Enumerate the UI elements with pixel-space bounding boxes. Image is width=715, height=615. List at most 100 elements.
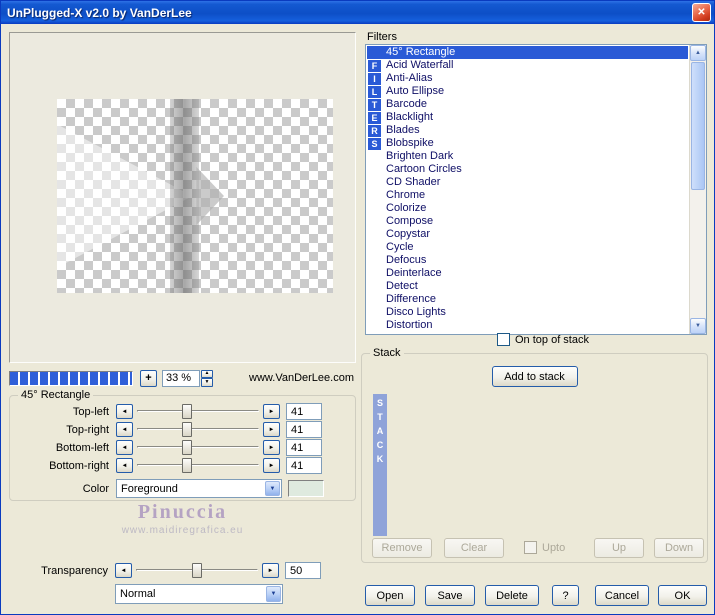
save-button[interactable]: Save [425,585,475,606]
filter-item[interactable]: Barcode [367,98,688,111]
filters-listbox: 45° Rectangle Acid Waterfall Anti-Alias … [365,44,707,335]
bottom-right-value-input[interactable] [286,457,322,474]
filter-item[interactable]: Cycle [367,241,688,254]
right-arrow-icon: ► [268,444,275,451]
scroll-down-button[interactable]: ▼ [690,318,706,334]
blend-mode-dropdown[interactable]: Normal ▼ [115,584,283,604]
scroll-up-button[interactable]: ▲ [690,45,706,61]
filter-item[interactable]: Blacklight [367,111,688,124]
right-arrow-icon: ► [268,408,275,415]
filter-item[interactable]: Disco Lights [367,306,688,319]
filter-item[interactable]: Acid Waterfall [367,59,688,72]
filters-scrollbar[interactable]: ▲ ▼ [689,45,706,334]
zoom-level-field[interactable]: 33 % [162,369,200,387]
filters-letter: R [368,125,381,137]
left-arrow-icon: ◄ [121,408,128,415]
decrement-button[interactable]: ◄ [116,458,133,473]
increment-button[interactable]: ► [263,404,280,419]
increment-button[interactable]: ► [263,440,280,455]
slider-thumb[interactable] [181,404,192,419]
zoom-spin-down-button[interactable]: ▼ [201,378,213,387]
transparency-value-input[interactable] [285,562,321,579]
top-left-value-input[interactable] [286,403,322,420]
filters-vertical-label: F I L T E R S [368,60,381,150]
filter-item[interactable]: CD Shader [367,176,688,189]
zoom-plus-button[interactable]: + [140,369,157,387]
clear-button[interactable]: Clear [444,538,504,558]
slider-label: Top-left [72,405,109,418]
decrement-button[interactable]: ◄ [116,404,133,419]
filters-letter: T [368,99,381,111]
scrollbar-thumb[interactable] [691,62,705,190]
filters-letter: I [368,73,381,85]
cancel-button[interactable]: Cancel [595,585,649,606]
slider-label: Bottom-left [55,441,109,454]
slider-thumb[interactable] [181,458,192,473]
ok-button[interactable]: OK [658,585,707,606]
settings-group-title: 45° Rectangle [18,389,94,401]
stack-letter: S [376,398,383,408]
filters-letter: E [368,112,381,124]
zoom-spin-up-button[interactable]: ▲ [201,369,213,378]
slider-groove [137,410,259,412]
slider-thumb[interactable] [192,563,202,578]
filter-item[interactable]: Cartoon Circles [367,163,688,176]
plus-icon: + [145,372,152,384]
filter-item[interactable]: Deinterlace [367,267,688,280]
on-top-of-stack-checkbox[interactable] [497,333,510,346]
slider-track[interactable] [135,458,261,473]
slider-thumb[interactable] [181,422,192,437]
decrement-button[interactable]: ◄ [116,440,133,455]
slider-track[interactable] [135,404,261,419]
down-button[interactable]: Down [654,538,704,558]
preview-image[interactable] [57,99,333,293]
filter-item[interactable]: Copystar [367,228,688,241]
filter-item[interactable]: Distortion [367,319,688,332]
filter-item[interactable]: Detect [367,280,688,293]
dropdown-arrow-icon[interactable]: ▼ [265,481,280,496]
filter-item[interactable]: Colorize [367,202,688,215]
slider-track[interactable] [135,422,261,437]
filter-item[interactable]: Blades [367,124,688,137]
filter-item[interactable]: Anti-Alias [367,72,688,85]
on-top-of-stack-row: On top of stack [497,333,589,346]
filter-item[interactable]: Brighten Dark [367,150,688,163]
increment-button[interactable]: ► [263,458,280,473]
transparency-slider-track[interactable] [134,563,260,578]
filter-item-selected[interactable]: 45° Rectangle [367,46,688,59]
filter-item[interactable]: Auto Ellipse [367,85,688,98]
increment-button[interactable]: ► [263,422,280,437]
stack-letter: K [376,454,384,464]
color-source-dropdown[interactable]: Foreground ▼ [116,479,282,498]
slider-track[interactable] [135,440,261,455]
top-right-value-input[interactable] [286,421,322,438]
filter-item[interactable]: Blobspike [367,137,688,150]
filter-item[interactable]: Chrome [367,189,688,202]
dropdown-arrow-icon[interactable]: ▼ [266,586,281,602]
add-to-stack-button[interactable]: Add to stack [491,366,578,387]
window-title: UnPlugged-X v2.0 by VanDerLee [7,5,192,20]
decrement-button[interactable]: ◄ [116,422,133,437]
slider-thumb[interactable] [181,440,192,455]
upto-checkbox[interactable] [524,541,537,554]
transparency-row: Transparency ◄ ► [11,562,356,579]
help-button[interactable]: ? [552,585,579,606]
slider-row-top-right: Top-right ◄ ► [12,421,351,438]
close-button[interactable]: ✕ [692,3,711,22]
decrement-button[interactable]: ◄ [115,563,132,578]
title-bar[interactable]: UnPlugged-X v2.0 by VanDerLee ✕ [1,1,714,24]
bottom-left-value-input[interactable] [286,439,322,456]
chevron-down-icon: ▼ [270,591,277,597]
filter-item[interactable]: Defocus [367,254,688,267]
up-button[interactable]: Up [594,538,644,558]
left-arrow-icon: ◄ [121,444,128,451]
filter-item[interactable]: Compose [367,215,688,228]
vendor-website-link[interactable]: www.VanDerLee.com [249,372,354,384]
open-button[interactable]: Open [365,585,415,606]
delete-button[interactable]: Delete [485,585,539,606]
upto-row: Upto [524,541,565,554]
filter-item[interactable]: Difference [367,293,688,306]
color-swatch[interactable] [288,480,324,497]
increment-button[interactable]: ► [262,563,279,578]
remove-button[interactable]: Remove [372,538,432,558]
